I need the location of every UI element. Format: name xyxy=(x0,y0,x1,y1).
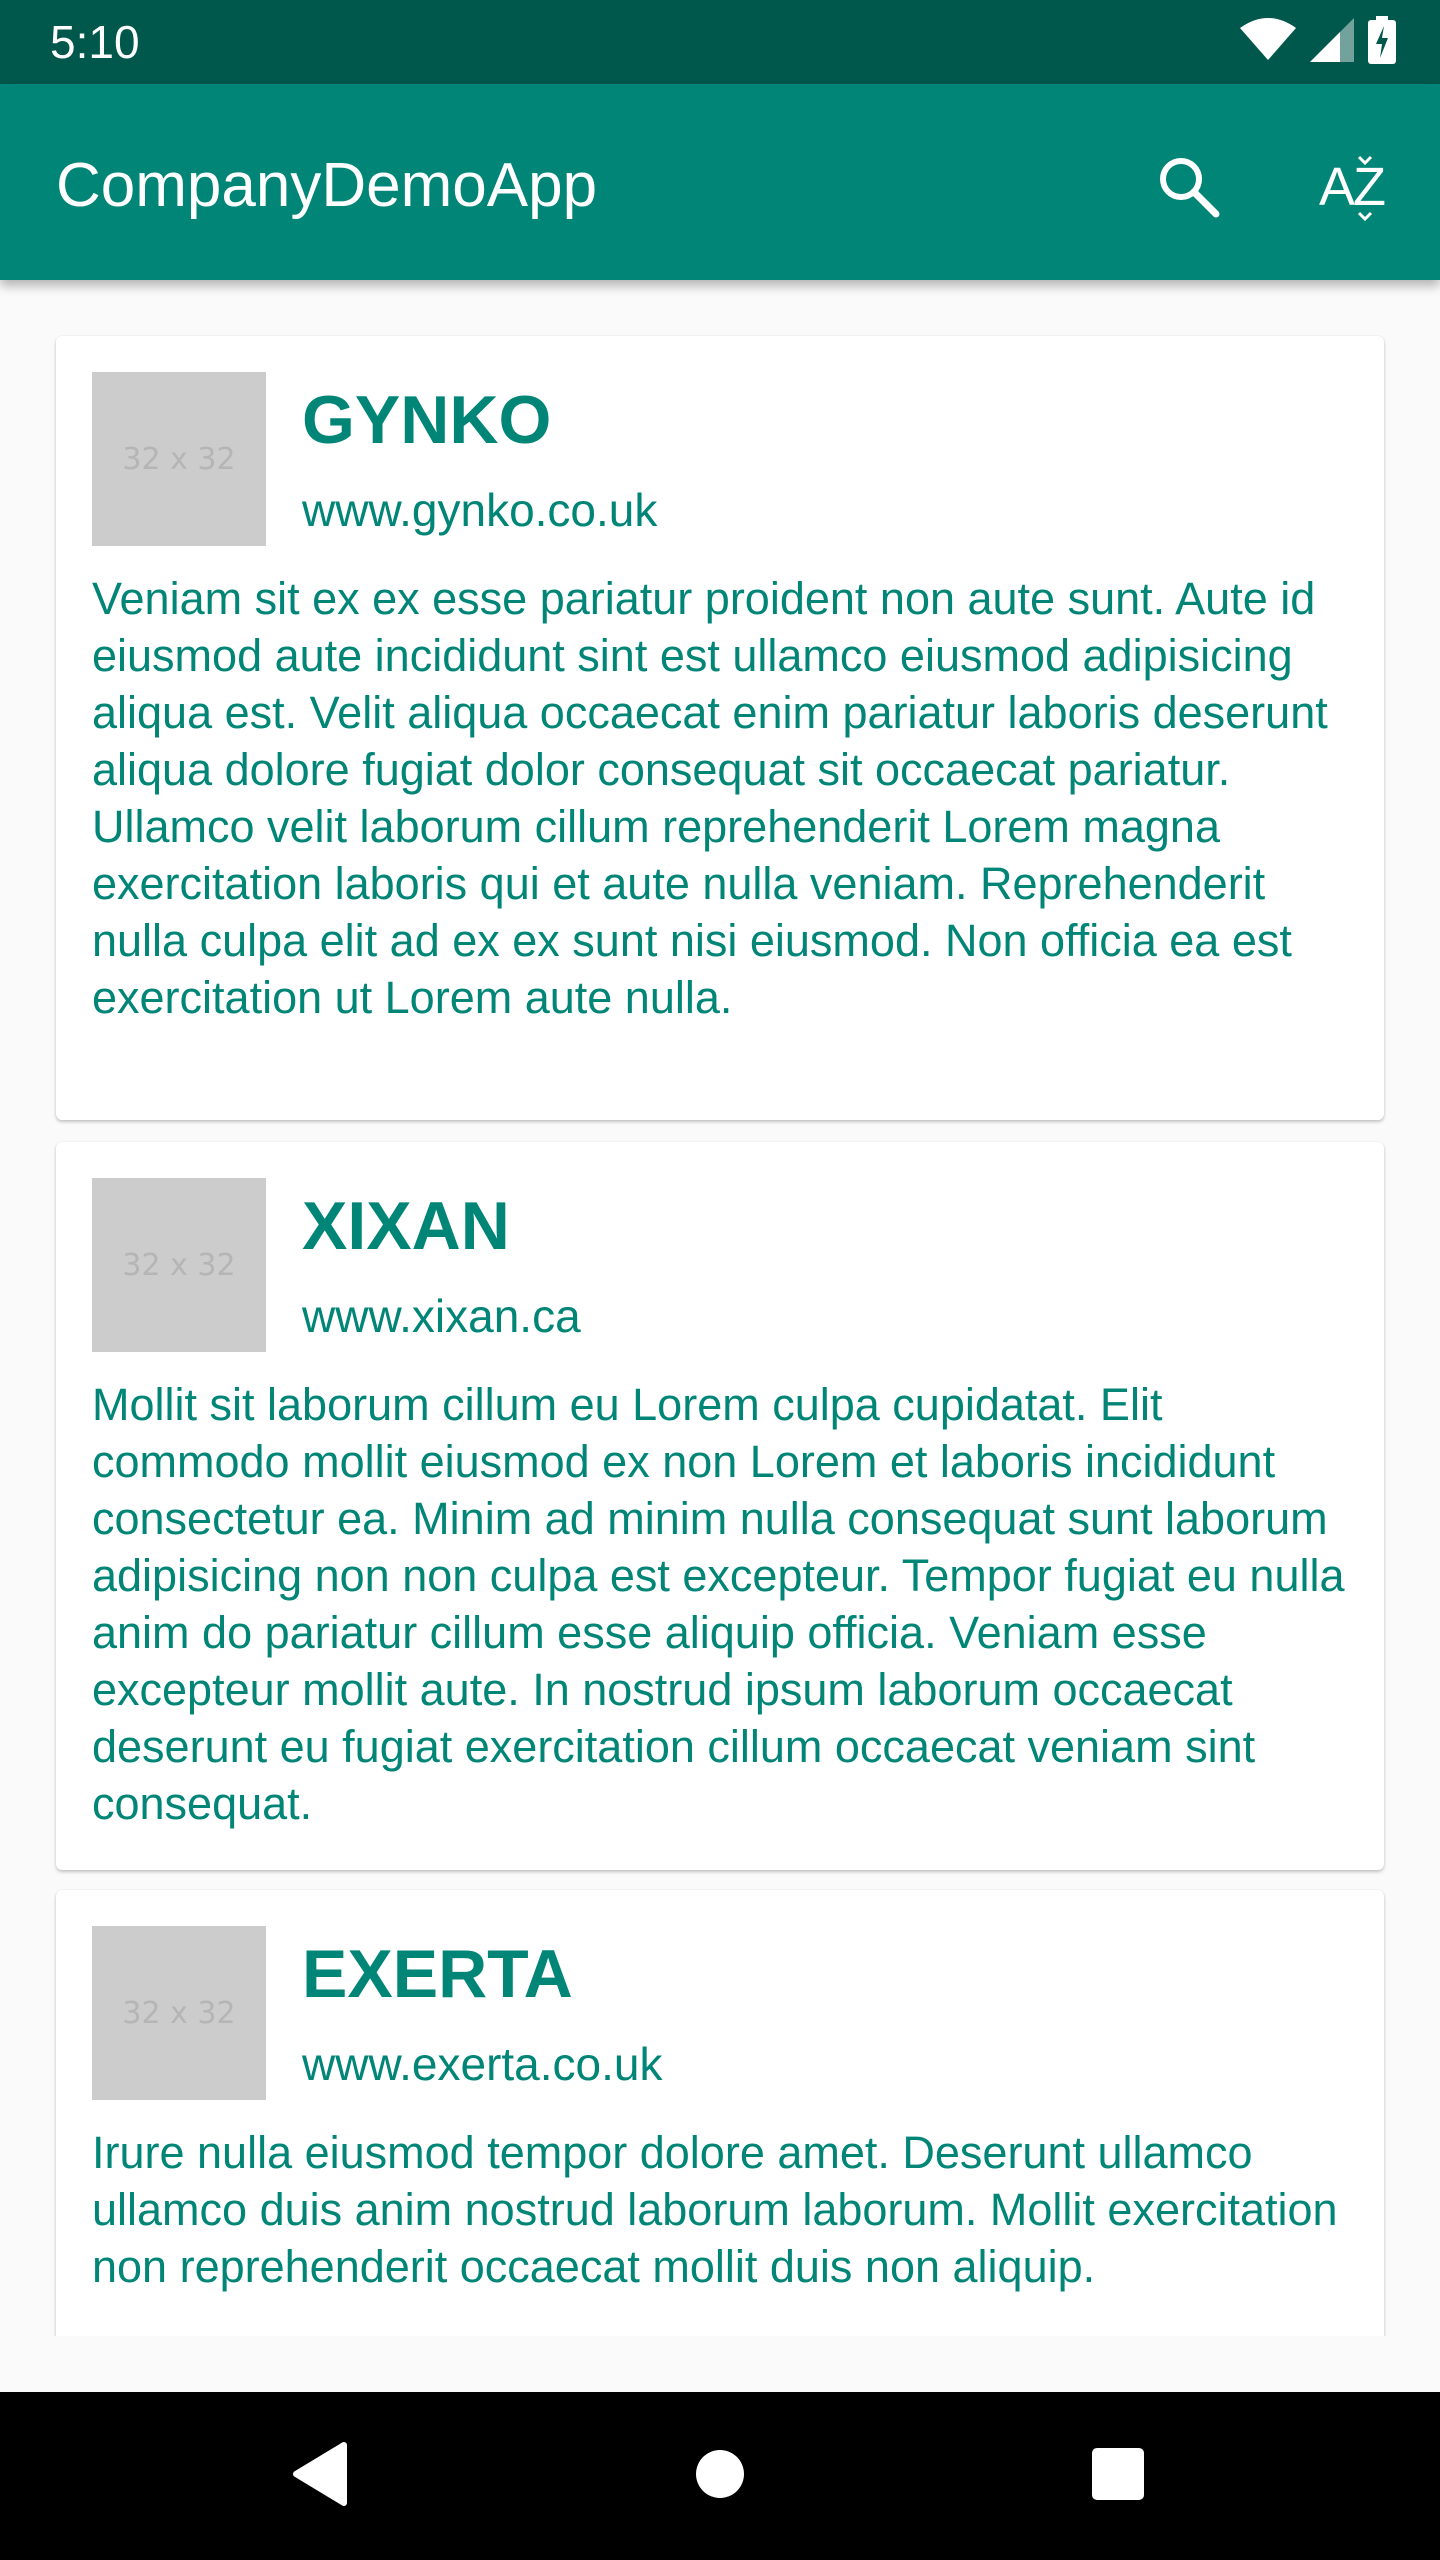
app-title: CompanyDemoApp xyxy=(56,151,598,220)
wifi-icon xyxy=(1240,17,1296,67)
company-name: XIXAN xyxy=(302,1188,510,1264)
search-icon xyxy=(1156,154,1220,223)
company-description: Veniam sit ex ex esse pariatur proident … xyxy=(92,573,1328,1023)
company-thumbnail: 32 x 32 xyxy=(92,372,266,546)
battery-icon xyxy=(1368,15,1396,69)
search-button[interactable] xyxy=(1140,140,1236,236)
thumbnail-placeholder-text: 32 x 32 xyxy=(122,1247,236,1283)
thumbnail-placeholder-text: 32 x 32 xyxy=(122,441,236,477)
company-description: Irure nulla eiusmod tempor dolore amet. … xyxy=(92,2127,1338,2292)
company-card[interactable]: 32 x 32 GYNKO www.gynko.co.uk Veniam sit… xyxy=(56,336,1384,1120)
status-icons xyxy=(1240,15,1396,69)
status-time: 5:10 xyxy=(50,16,140,68)
company-list[interactable]: 32 x 32 GYNKO www.gynko.co.uk Veniam sit… xyxy=(0,280,1440,2336)
home-button[interactable] xyxy=(670,2426,770,2526)
company-thumbnail: 32 x 32 xyxy=(92,1178,266,1352)
sort-az-button[interactable]: AZ xyxy=(1308,140,1404,236)
company-url[interactable]: www.gynko.co.uk xyxy=(302,482,657,538)
company-thumbnail: 32 x 32 xyxy=(92,1926,266,2100)
back-button[interactable] xyxy=(270,2426,370,2526)
thumbnail-placeholder-text: 32 x 32 xyxy=(122,1995,236,2031)
company-name: EXERTA xyxy=(302,1936,573,2012)
company-name: GYNKO xyxy=(302,382,552,458)
app-bar: CompanyDemoApp AZ xyxy=(0,84,1440,280)
company-url[interactable]: www.xixan.ca xyxy=(302,1288,581,1344)
company-url[interactable]: www.exerta.co.uk xyxy=(302,2036,662,2092)
back-triangle-icon xyxy=(290,2441,350,2512)
sort-az-icon: AZ xyxy=(1319,155,1393,221)
home-circle-icon xyxy=(693,2447,747,2506)
navigation-bar xyxy=(0,2392,1440,2560)
status-bar: 5:10 xyxy=(0,0,1440,84)
recents-button[interactable] xyxy=(1068,2426,1168,2526)
company-description: Mollit sit laborum cillum eu Lorem culpa… xyxy=(92,1379,1345,1829)
cell-signal-icon xyxy=(1310,17,1354,67)
recents-square-icon xyxy=(1090,2446,1146,2507)
company-card[interactable]: 32 x 32 XIXAN www.xixan.ca Mollit sit la… xyxy=(56,1142,1384,1870)
company-card[interactable]: 32 x 32 EXERTA www.exerta.co.uk Irure nu… xyxy=(56,1890,1384,2336)
